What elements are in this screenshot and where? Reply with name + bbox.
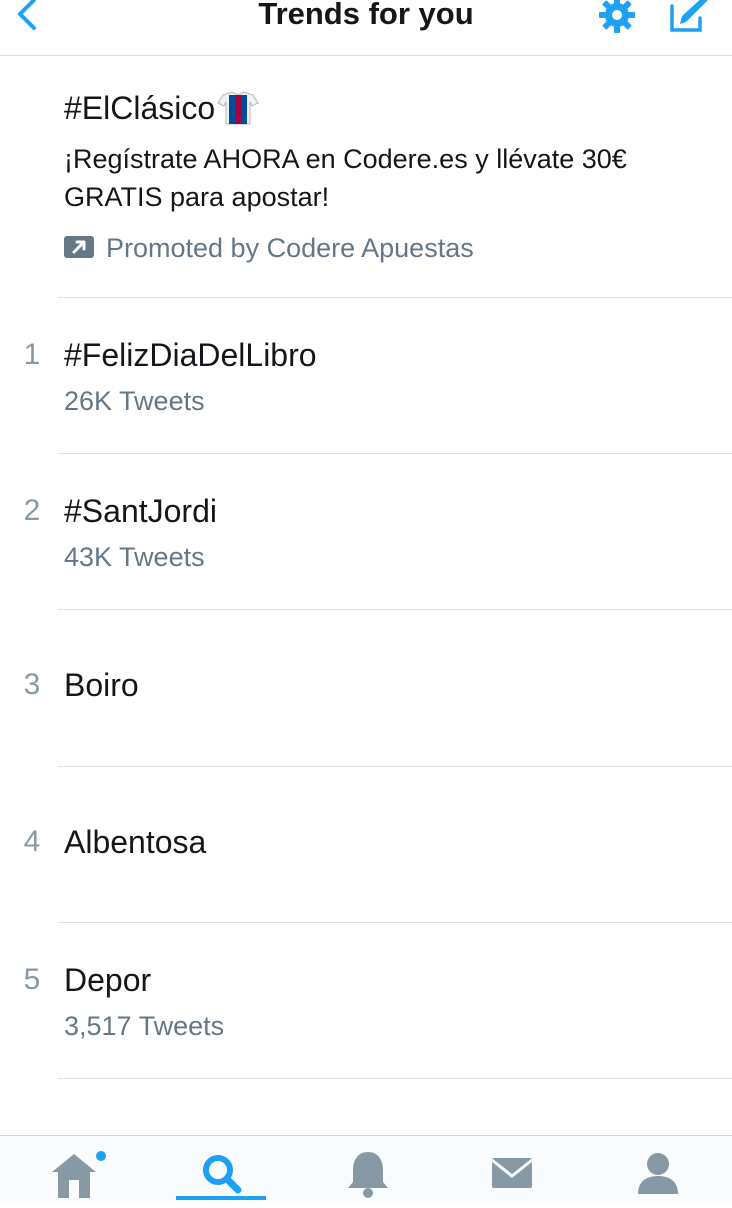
trend-name: #FelizDiaDelLibro (64, 337, 317, 373)
search-icon (203, 1155, 242, 1194)
divider (58, 1078, 732, 1079)
trend-item[interactable]: 5 Depor 3,517 Tweets (0, 923, 732, 1078)
profile-icon (638, 1153, 678, 1194)
tab-notifications[interactable] (338, 1148, 398, 1208)
promoted-by-label-row[interactable]: Promoted by Codere Apuestas (64, 228, 474, 268)
tab-profile[interactable] (628, 1148, 688, 1208)
bottom-tab-bar (0, 1135, 732, 1201)
trend-item[interactable]: 2 #SantJordi 43K Tweets (0, 454, 732, 609)
trend-item[interactable]: 4 Albentosa (0, 767, 732, 922)
trend-name: Depor (64, 962, 152, 998)
header-bar: Trends for you (0, 0, 732, 56)
trend-rank: 5 (23, 963, 41, 996)
tab-messages[interactable] (482, 1148, 542, 1208)
promoted-description: ¡Regístrate AHORA en Codere.es y llévate… (64, 144, 627, 212)
active-tab-indicator (176, 1196, 266, 1200)
trend-tweet-count: 3,517 Tweets (64, 1011, 225, 1041)
home-icon (52, 1154, 96, 1198)
trend-rank: 2 (23, 494, 41, 527)
trend-tweet-count: 26K Tweets (64, 386, 205, 416)
tab-home[interactable] (44, 1148, 104, 1208)
jersey-icon (217, 90, 259, 138)
bell-icon (348, 1152, 388, 1198)
promoted-arrow-icon (64, 236, 94, 258)
gear-icon (599, 0, 635, 33)
trend-item[interactable]: 3 Boiro (0, 610, 732, 765)
promoted-hashtag: #ElClásico (64, 90, 216, 126)
trend-name: #SantJordi (64, 493, 217, 529)
promoted-trend[interactable]: #ElClásico ¡Regístrate AHORA en Codere.e… (64, 84, 714, 216)
compose-button[interactable] (666, 0, 712, 36)
mail-icon (491, 1158, 533, 1188)
settings-button[interactable] (596, 0, 638, 36)
promoted-by-label: Promoted by Codere Apuestas (106, 233, 474, 263)
promoted-hashtag-row: #ElClásico (64, 84, 714, 138)
trend-name: Boiro (64, 667, 139, 703)
trend-name: Albentosa (64, 824, 207, 860)
trend-tweet-count: 43K Tweets (64, 542, 205, 572)
trend-rank: 4 (23, 825, 41, 858)
trend-item[interactable]: 1 #FelizDiaDelLibro 26K Tweets (0, 298, 732, 453)
trend-rank: 1 (23, 338, 41, 371)
home-notification-dot (96, 1151, 106, 1161)
trend-rank: 3 (23, 668, 41, 701)
compose-icon (670, 0, 708, 32)
